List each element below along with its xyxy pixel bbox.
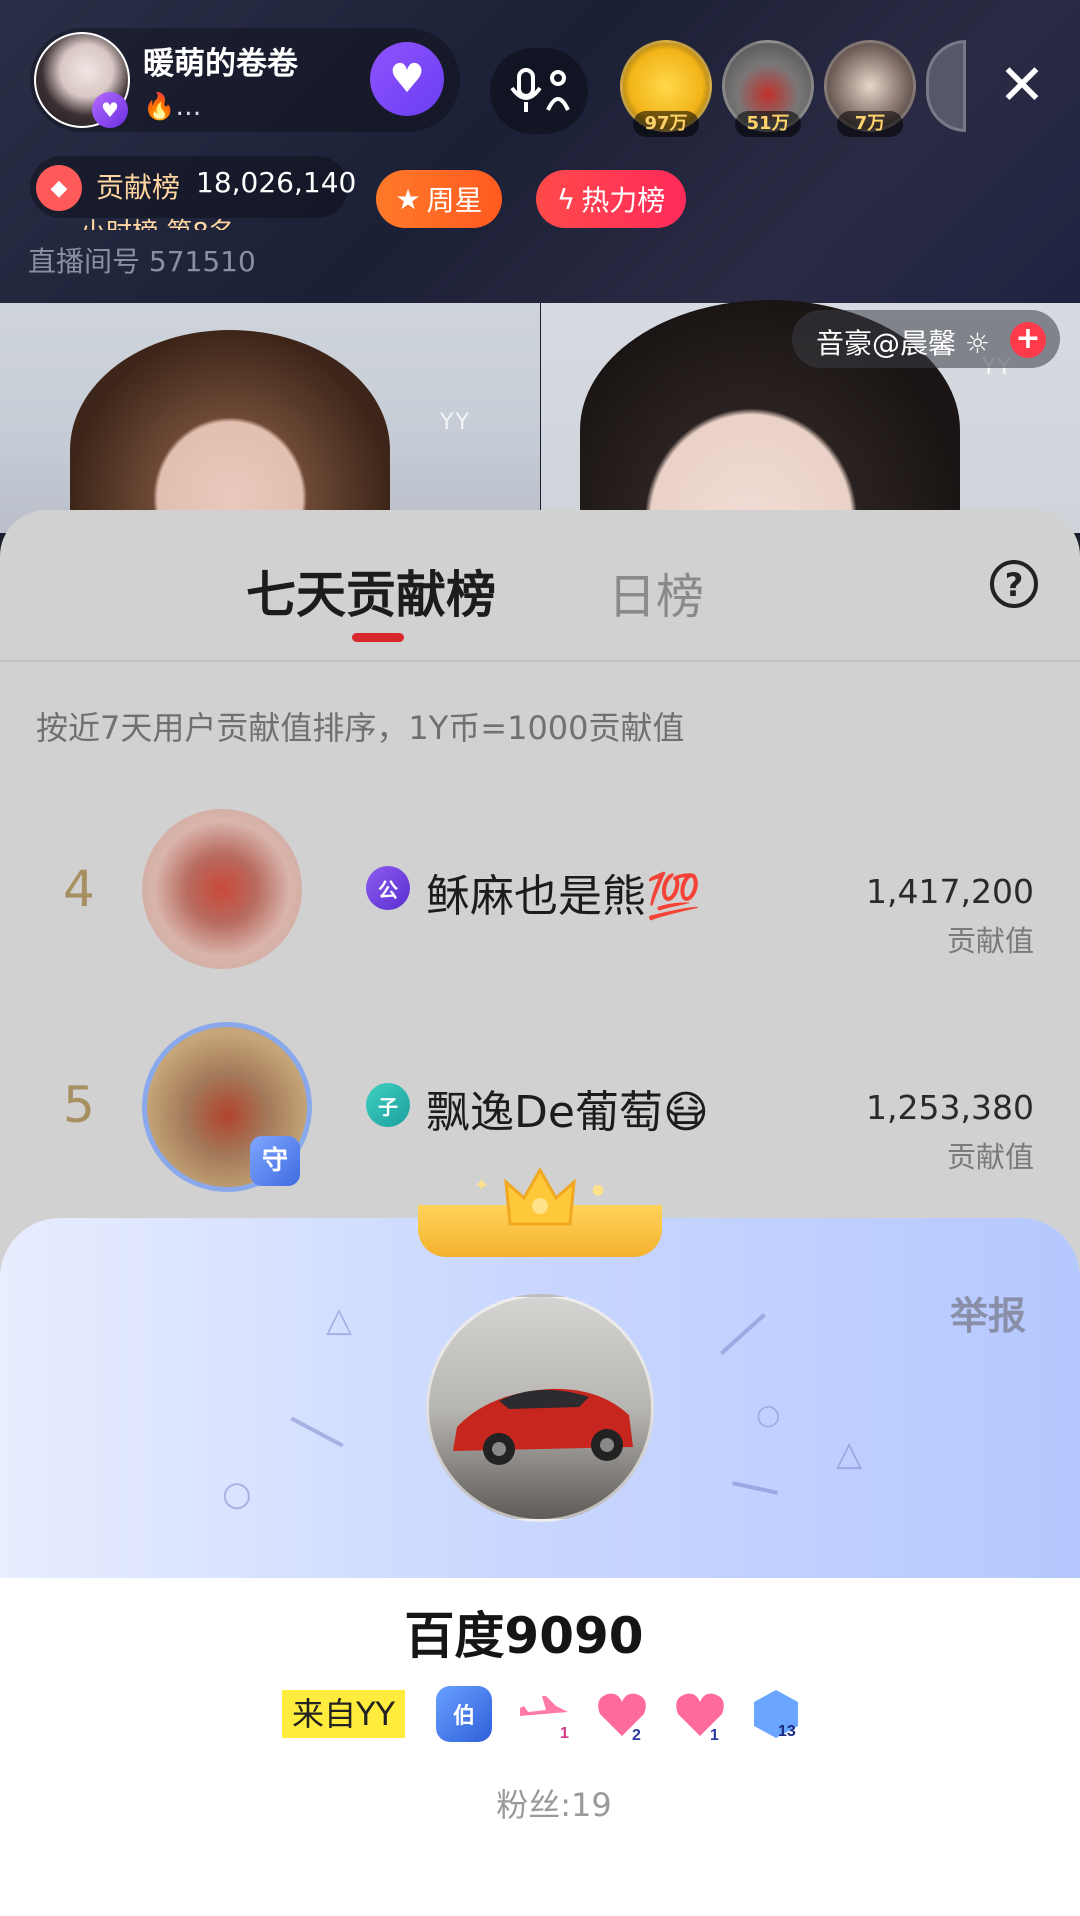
heart-icon: ♥	[389, 56, 425, 102]
rank-avatar[interactable]	[142, 809, 302, 969]
plane-badge-icon: 1	[516, 1686, 572, 1742]
contribution-value: 18,026,140	[196, 166, 357, 199]
close-icon[interactable]: ✕	[992, 56, 1052, 116]
user-avatar[interactable]	[426, 1294, 654, 1522]
rank-contribution-value: 1,253,380	[866, 1088, 1034, 1127]
rank-contribution-value: 1,417,200	[866, 872, 1034, 911]
divider	[0, 660, 1080, 662]
plus-icon[interactable]: +	[1010, 322, 1046, 358]
hot-list-button[interactable]: ϟ 热力榜	[536, 170, 686, 228]
fan-badge-icon: 2	[594, 1686, 650, 1742]
circle-decoration-icon: ○	[222, 1474, 252, 1514]
rank-number: 4	[63, 860, 95, 918]
microphone-icon	[510, 68, 570, 112]
ranking-description: 按近7天用户贡献值排序，1Y币=1000贡献值	[36, 709, 685, 747]
circle-decoration-icon: ○	[756, 1398, 781, 1431]
triangle-decoration-icon: △	[836, 1434, 863, 1474]
fans-count: 粉丝:19	[496, 1786, 612, 1824]
room-id-label: 直播间号	[28, 245, 141, 278]
help-icon[interactable]: ?	[990, 560, 1038, 608]
car-image	[453, 1388, 633, 1465]
svg-text:1: 1	[710, 1727, 719, 1742]
fan-badge-icon: 1	[672, 1686, 728, 1742]
weekly-star-label: 周星	[426, 184, 483, 217]
guard-shield-icon: 守	[250, 1136, 300, 1186]
crown-icon	[504, 1166, 576, 1226]
viewer-count-1: 97万	[633, 111, 699, 137]
svg-text:1: 1	[560, 1725, 569, 1742]
yy-watermark: YY	[440, 410, 471, 435]
svg-text:13: 13	[778, 1723, 796, 1740]
contribution-label: 贡献榜	[96, 171, 181, 204]
user-name: 百度9090	[404, 1607, 644, 1665]
rank-contribution-unit: 贡献值	[946, 924, 1034, 958]
level-badge-icon: 子	[366, 1083, 410, 1127]
music-label: 音豪@晨馨 ☼	[816, 327, 991, 360]
room-id: 直播间号 571510	[28, 240, 256, 280]
rank-user-name[interactable]: 飘逸De葡萄😷	[426, 1076, 709, 1140]
sparkle-icon: ✦	[474, 1175, 490, 1196]
sparkle-icon: ●	[592, 1182, 605, 1198]
hour-rank-label: 小时榜 第8名	[80, 212, 235, 230]
follow-button[interactable]: ♥	[370, 42, 444, 116]
report-button[interactable]: 举报	[950, 1285, 1026, 1340]
host-heat: 🔥…	[143, 92, 202, 122]
host-level-icon: ♥	[92, 92, 128, 128]
rank-number: 5	[63, 1076, 95, 1134]
from-tag: 来自YY	[282, 1690, 406, 1738]
hot-list-label: 热力榜	[581, 184, 666, 217]
svg-text:2: 2	[632, 1727, 641, 1742]
triangle-decoration-icon: △	[326, 1300, 353, 1340]
star-icon: ★	[395, 182, 421, 216]
level-badge-icon: 公	[366, 866, 410, 910]
tab-seven-day[interactable]: 七天贡献榜	[246, 555, 496, 627]
weekly-star-button[interactable]: ★ 周星	[376, 170, 502, 228]
viewer-count-3: 7万	[837, 111, 903, 137]
host-name: 暖萌的卷卷	[143, 46, 298, 82]
viewer-count-2: 51万	[735, 111, 801, 137]
lightning-icon: ϟ	[556, 182, 576, 216]
vip-badge-icon: 13	[748, 1686, 804, 1742]
rank-contribution-unit: 贡献值	[946, 1140, 1034, 1174]
rank-user-name[interactable]: 稣麻也是熊💯	[426, 860, 701, 924]
tab-indicator	[352, 633, 404, 642]
noble-badge-icon: 伯	[436, 1686, 492, 1742]
mic-link-button[interactable]	[490, 48, 588, 134]
diamond-icon: ◆	[36, 165, 82, 211]
room-id-value: 571510	[148, 245, 256, 278]
tab-daily[interactable]: 日榜	[608, 557, 704, 627]
